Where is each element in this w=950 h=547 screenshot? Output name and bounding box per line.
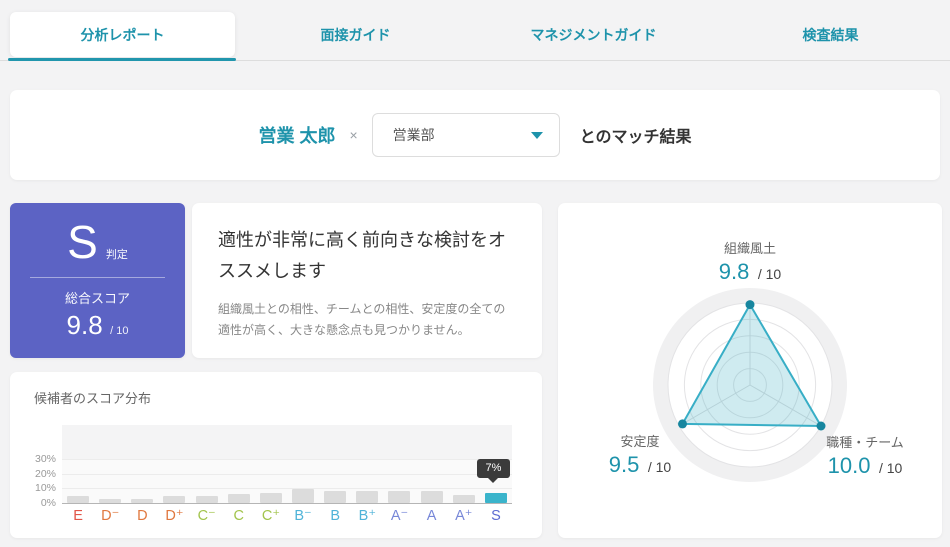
total-score-denominator: / 10 xyxy=(110,325,128,337)
tab-label: 検査結果 xyxy=(803,25,859,45)
bar[interactable] xyxy=(287,425,319,503)
bar-fill xyxy=(356,491,378,504)
bar-fill xyxy=(388,491,410,504)
chevron-down-icon xyxy=(531,132,543,139)
bar[interactable] xyxy=(351,425,383,503)
grade-letter: S xyxy=(67,211,98,273)
tab-test-results[interactable]: 検査結果 xyxy=(712,12,949,57)
tab-label: マネジメントガイド xyxy=(531,25,657,45)
highlighted-bar xyxy=(485,493,507,503)
total-score-label: 総合スコア xyxy=(10,288,185,307)
x-axis-label: D⁺ xyxy=(158,508,190,524)
bar[interactable] xyxy=(62,425,94,503)
x-axis-labels: ED⁻DD⁺C⁻CC⁺B⁻BB⁺A⁻AA⁺S xyxy=(62,508,512,524)
bars-row xyxy=(62,425,512,503)
grade-divider xyxy=(30,277,165,278)
y-axis-tick: 0% xyxy=(12,497,56,509)
axis-score-denominator: / 10 xyxy=(758,266,781,282)
score-distribution-card: 候補者のスコア分布 0% 10% 20% 30% ED⁻DD⁺C⁻CC⁺B⁻BB… xyxy=(10,372,542,538)
match-suffix-text: とのマッチ結果 xyxy=(580,123,692,147)
bar[interactable] xyxy=(383,425,415,503)
x-axis-label: A⁻ xyxy=(383,508,415,524)
department-select[interactable]: 営業部 xyxy=(372,113,560,157)
axis-label: 安定度 xyxy=(609,431,671,450)
bar-fill xyxy=(292,489,314,503)
bar-fill xyxy=(196,496,218,503)
bar-fill xyxy=(324,491,346,504)
tab-label: 分析レポート xyxy=(81,25,165,45)
x-axis-label: C xyxy=(223,508,255,524)
bar[interactable] xyxy=(255,425,287,503)
axis-score-value: 9.5 xyxy=(609,452,640,477)
tab-bar: 分析レポート 面接ガイド マネジメントガイド 検査結果 xyxy=(0,0,950,62)
y-axis-tick: 20% xyxy=(12,468,56,480)
total-score-value: 9.8 xyxy=(67,310,103,340)
match-header-card: 営業 太郎 × 営業部 とのマッチ結果 xyxy=(10,90,940,180)
axis-label: 組織風土 xyxy=(719,238,781,257)
bar[interactable] xyxy=(319,425,351,503)
y-axis-tick: 10% xyxy=(12,482,56,494)
x-axis-label: B⁺ xyxy=(351,508,383,524)
recommendation-body: 組織風土との相性、チームとの相性、安定度の全ての適性が高く、大きな懸念点も見つか… xyxy=(218,299,516,341)
radar-axis-stability: 安定度 9.5 / 10 xyxy=(609,431,671,478)
bar[interactable] xyxy=(94,425,126,503)
axis-score-value: 9.8 xyxy=(719,259,750,284)
bar-fill xyxy=(228,494,250,503)
x-axis-label: A⁺ xyxy=(448,508,480,524)
bar[interactable] xyxy=(191,425,223,503)
x-axis-label: C⁻ xyxy=(191,508,223,524)
x-axis-label: S xyxy=(480,508,512,524)
x-axis-label: D⁻ xyxy=(94,508,126,524)
axis-label: 職種・チーム xyxy=(826,432,904,451)
department-select-value: 営業部 xyxy=(393,125,435,145)
x-axis-label: E xyxy=(62,508,94,524)
radar-axis-job-team: 職種・チーム 10.0 / 10 xyxy=(826,432,904,479)
radar-axis-culture: 組織風土 9.8 / 10 xyxy=(719,238,781,285)
bar[interactable] xyxy=(158,425,190,503)
bar-fill xyxy=(260,493,282,503)
recommendation-headline: 適性が非常に高く前向きな検討をオススメします xyxy=(218,225,516,286)
bar-fill xyxy=(421,491,443,504)
bar[interactable] xyxy=(126,425,158,503)
x-axis-label: C⁺ xyxy=(255,508,287,524)
overall-grade-card: S 判定 総合スコア 9.8 / 10 xyxy=(10,203,185,358)
axis-score-value: 10.0 xyxy=(828,453,871,478)
bar-fill xyxy=(453,495,475,503)
axis-score-denominator: / 10 xyxy=(648,459,671,475)
bar-tooltip: 7% xyxy=(477,459,510,478)
x-axis-label: B⁻ xyxy=(287,508,319,524)
bar-fill xyxy=(163,496,185,503)
x-axis-line xyxy=(62,503,512,504)
radar-chart-card: 組織風土 9.8 / 10 職種・チーム 10.0 / 10 安定度 9.5 /… xyxy=(558,203,942,538)
x-axis-label: D xyxy=(126,508,158,524)
tab-label: 面接ガイド xyxy=(321,25,391,45)
bar-tooltip-arrow xyxy=(488,478,498,483)
times-symbol: × xyxy=(349,127,357,143)
y-axis-tick: 30% xyxy=(12,453,56,465)
distribution-title: 候補者のスコア分布 xyxy=(34,388,151,407)
active-tab-underline xyxy=(8,58,236,61)
bar[interactable] xyxy=(416,425,448,503)
x-axis-label: A xyxy=(416,508,448,524)
axis-score-denominator: / 10 xyxy=(879,460,902,476)
tab-management-guide[interactable]: マネジメントガイド xyxy=(475,12,712,57)
x-axis-label: B xyxy=(319,508,351,524)
recommendation-card: 適性が非常に高く前向きな検討をオススメします 組織風土との相性、チームとの相性、… xyxy=(192,203,542,358)
tab-analysis-report[interactable]: 分析レポート xyxy=(10,12,235,57)
bar[interactable] xyxy=(223,425,255,503)
tab-interview-guide[interactable]: 面接ガイド xyxy=(237,12,474,57)
bar-fill xyxy=(67,496,89,503)
grade-label: 判定 xyxy=(106,246,128,262)
candidate-name-link[interactable]: 営業 太郎 xyxy=(258,122,335,148)
bar[interactable] xyxy=(448,425,480,503)
